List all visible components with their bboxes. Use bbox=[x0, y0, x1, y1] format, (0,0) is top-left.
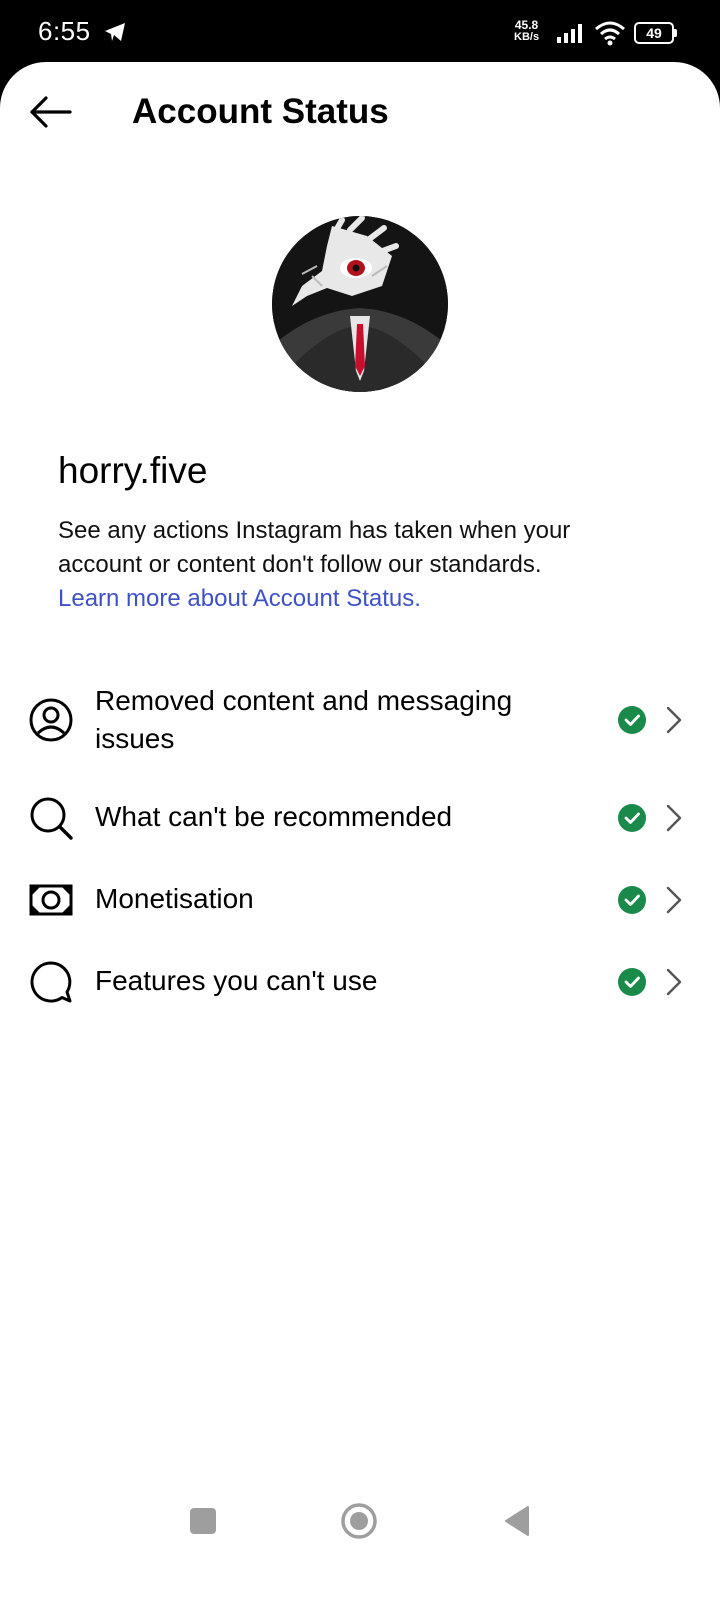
signal-icon bbox=[557, 24, 582, 43]
avatar[interactable] bbox=[272, 216, 448, 392]
back-arrow-icon[interactable] bbox=[26, 90, 74, 134]
check-circle-icon bbox=[618, 706, 646, 734]
row-label: What can't be recommended bbox=[95, 801, 453, 832]
back-triangle-icon[interactable] bbox=[502, 1504, 532, 1538]
search-icon bbox=[30, 797, 73, 840]
page-title: Account Status bbox=[132, 92, 389, 131]
row-removed-content[interactable]: Removed content and messaging issues bbox=[0, 678, 720, 768]
row-monetisation[interactable]: Monetisation bbox=[0, 870, 720, 930]
status-bar: 6:55 45.8 KB/s 49 bbox=[0, 0, 720, 66]
chevron-right-icon bbox=[666, 804, 682, 832]
network-speed-value: 45.8 bbox=[514, 18, 539, 32]
learn-more-link[interactable]: Learn more about Account Status. bbox=[58, 582, 421, 616]
profile-circle-icon bbox=[29, 698, 73, 742]
check-circle-icon bbox=[618, 968, 646, 996]
chevron-right-icon bbox=[666, 968, 682, 996]
row-label: Removed content and messaging issues bbox=[95, 685, 513, 754]
check-circle-icon bbox=[618, 804, 646, 832]
chevron-right-icon bbox=[666, 886, 682, 914]
network-speed-unit: KB/s bbox=[514, 31, 540, 43]
description: See any actions Instagram has taken when… bbox=[58, 517, 571, 578]
chevron-right-icon bbox=[666, 706, 682, 734]
row-recommendations[interactable]: What can't be recommended bbox=[0, 788, 720, 848]
account-status-screen: Account Status horry.five See any action… bbox=[0, 62, 720, 1600]
row-features[interactable]: Features you can't use bbox=[0, 952, 720, 1012]
wifi-icon bbox=[595, 21, 625, 46]
chat-bubble-icon bbox=[30, 961, 72, 1003]
telegram-icon bbox=[105, 23, 125, 41]
money-icon bbox=[29, 884, 73, 916]
battery-level: 49 bbox=[634, 22, 674, 44]
username: horry.five bbox=[58, 450, 208, 491]
network-speed: 45.8 KB/s bbox=[514, 19, 539, 43]
check-circle-icon bbox=[618, 886, 646, 914]
header: Account Status bbox=[0, 62, 720, 162]
battery-icon: 49 bbox=[634, 22, 678, 44]
home-button[interactable] bbox=[340, 1502, 378, 1540]
row-label: Monetisation bbox=[95, 883, 254, 914]
recent-apps-button[interactable] bbox=[190, 1508, 216, 1534]
row-label: Features you can't use bbox=[95, 965, 378, 996]
status-time: 6:55 bbox=[38, 16, 91, 46]
